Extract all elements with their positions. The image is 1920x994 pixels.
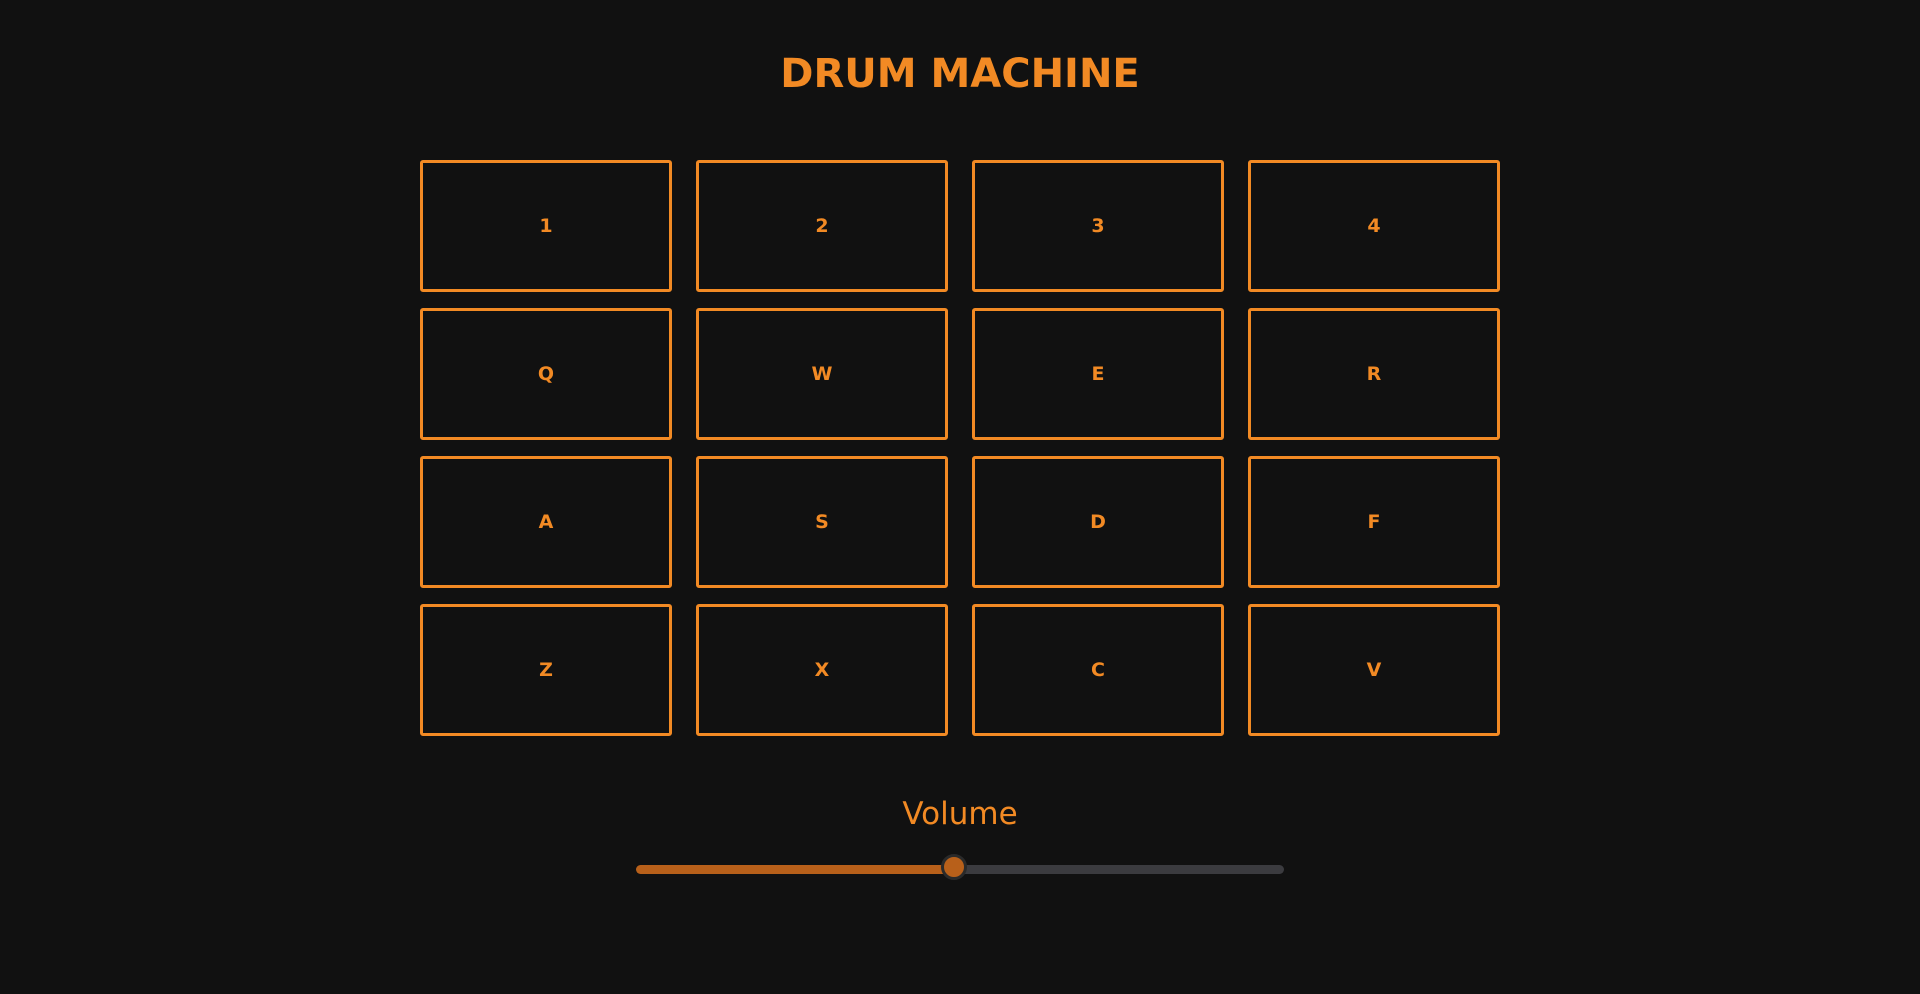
drum-pad-d[interactable]: D	[972, 456, 1224, 588]
drum-pad-a[interactable]: A	[420, 456, 672, 588]
drum-pad-z[interactable]: Z	[420, 604, 672, 736]
drum-pad-r[interactable]: R	[1248, 308, 1500, 440]
drum-pad-v[interactable]: V	[1248, 604, 1500, 736]
volume-slider-fill	[636, 865, 954, 874]
volume-label: Volume	[902, 796, 1018, 832]
drum-pad-s[interactable]: S	[696, 456, 948, 588]
drum-pad-3[interactable]: 3	[972, 160, 1224, 292]
volume-slider-thumb[interactable]	[940, 854, 967, 880]
drum-pad-w[interactable]: W	[696, 308, 948, 440]
drum-pad-4[interactable]: 4	[1248, 160, 1500, 292]
drum-pad-1[interactable]: 1	[420, 160, 672, 292]
drum-pad-f[interactable]: F	[1248, 456, 1500, 588]
volume-slider[interactable]	[636, 854, 1284, 880]
drum-pad-q[interactable]: Q	[420, 308, 672, 440]
drum-pad-e[interactable]: E	[972, 308, 1224, 440]
volume-slider-track	[953, 865, 1284, 874]
drum-machine-app: DRUM MACHINE 1 2 3 4 Q W E R A S D F Z X…	[0, 0, 1920, 994]
pad-grid: 1 2 3 4 Q W E R A S D F Z X C V	[420, 160, 1500, 736]
drum-pad-x[interactable]: X	[696, 604, 948, 736]
drum-pad-2[interactable]: 2	[696, 160, 948, 292]
page-title: DRUM MACHINE	[780, 51, 1140, 97]
drum-pad-c[interactable]: C	[972, 604, 1224, 736]
